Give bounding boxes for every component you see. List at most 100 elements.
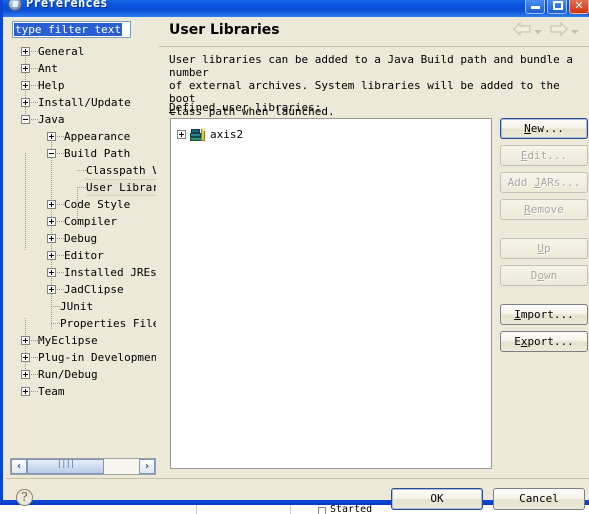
- tree-row[interactable]: Appearance: [6, 128, 156, 145]
- tree-item-compiler[interactable]: Compiler: [64, 213, 117, 230]
- tree-row[interactable]: Ant: [6, 60, 156, 77]
- tree-row[interactable]: Install/Update: [6, 94, 156, 111]
- forward-arrow-icon[interactable]: [550, 21, 568, 41]
- tree-row[interactable]: Properties Files: [6, 315, 156, 332]
- back-dropdown-caret-icon[interactable]: [534, 29, 542, 34]
- tree-horizontal-scrollbar[interactable]: ‹ ›: [10, 458, 156, 475]
- tree-item-myeclipse[interactable]: MyEclipse: [38, 332, 98, 349]
- tree-expander-team[interactable]: [21, 387, 30, 396]
- up-button[interactable]: Up: [500, 238, 588, 259]
- down-button[interactable]: Down: [500, 265, 588, 286]
- tree-item-debug[interactable]: Debug: [64, 230, 97, 247]
- filter-input[interactable]: type filter text: [12, 21, 131, 38]
- tree-item-appearance[interactable]: Appearance: [64, 128, 130, 145]
- tree-expander-code-style[interactable]: [47, 200, 56, 209]
- tree-row[interactable]: Help: [6, 77, 156, 94]
- tree-row[interactable]: Team: [6, 383, 156, 400]
- import-button-mnemonic: I: [514, 308, 521, 321]
- tree-row[interactable]: Compiler: [6, 213, 156, 230]
- tree-item-properties-files[interactable]: Properties Files: [60, 315, 156, 332]
- tree-row[interactable]: Installed JREs: [6, 264, 156, 281]
- page-header: User Libraries: [159, 17, 589, 47]
- scroll-left-arrow[interactable]: ‹: [11, 459, 27, 474]
- tree-expander-debug[interactable]: [47, 234, 56, 243]
- new-button-mnemonic: N: [524, 122, 531, 135]
- user-libraries-list[interactable]: axis2: [170, 118, 492, 469]
- import-button-label: mport...: [520, 308, 574, 321]
- tree-expander-editor[interactable]: [47, 251, 56, 260]
- tree-expander-run-debug[interactable]: [21, 370, 30, 379]
- tree-collapser-build-path[interactable]: [47, 149, 56, 158]
- tree-item-jadclipse[interactable]: JadClipse: [64, 281, 124, 298]
- maximize-button[interactable]: [547, 0, 567, 14]
- new-button[interactable]: New...: [500, 118, 588, 139]
- tree-expander-plugin-development[interactable]: [21, 353, 30, 362]
- tree-row[interactable]: JadClipse: [6, 281, 156, 298]
- tree-row[interactable]: User Libraries: [6, 179, 156, 196]
- tree-expander-ant[interactable]: [21, 64, 30, 73]
- tree-item-user-libraries[interactable]: User Libraries: [86, 179, 156, 196]
- back-arrow-icon[interactable]: [513, 21, 531, 41]
- tree-row[interactable]: Classpath Vari: [6, 162, 156, 179]
- list-item[interactable]: axis2: [177, 126, 243, 143]
- edit-button[interactable]: Edit...: [500, 145, 588, 166]
- up-button-label: p: [544, 242, 551, 255]
- tree-row[interactable]: Build Path: [6, 145, 156, 162]
- help-button[interactable]: ?: [16, 489, 33, 506]
- tree-row[interactable]: Code Style: [6, 196, 156, 213]
- tree-item-plugin-development[interactable]: Plug-in Development: [38, 349, 156, 366]
- tree-row[interactable]: Debug: [6, 230, 156, 247]
- scroll-thumb[interactable]: [27, 459, 104, 474]
- tree-expander-appearance[interactable]: [47, 132, 56, 141]
- tree-expander-help[interactable]: [21, 81, 30, 90]
- down-button-suffix: wn: [544, 269, 558, 282]
- remove-button[interactable]: Remove: [500, 199, 588, 220]
- forward-dropdown-caret-icon[interactable]: [571, 29, 579, 34]
- tree-row[interactable]: Plug-in Development: [6, 349, 156, 366]
- tree-expander-jadclipse[interactable]: [47, 285, 56, 294]
- up-button-mnemonic: U: [537, 242, 544, 255]
- library-books-icon: [190, 127, 206, 142]
- tree-item-general[interactable]: General: [38, 43, 84, 60]
- tree-item-installed-jres[interactable]: Installed JREs: [64, 264, 156, 281]
- tree-item-run-debug[interactable]: Run/Debug: [38, 366, 98, 383]
- cancel-button[interactable]: Cancel: [493, 488, 585, 510]
- defined-libraries-label-rest: efined user libraries:: [175, 101, 322, 114]
- tree-item-code-style[interactable]: Code Style: [64, 196, 130, 213]
- tree-item-install-update[interactable]: Install/Update: [38, 94, 131, 111]
- close-button[interactable]: [569, 0, 589, 14]
- tree-item-build-path[interactable]: Build Path: [64, 145, 130, 162]
- tree-item-help[interactable]: Help: [38, 77, 65, 94]
- tree-row[interactable]: General: [6, 43, 156, 60]
- tree-expander-myeclipse[interactable]: [21, 336, 30, 345]
- tree-expander-install-update[interactable]: [21, 98, 30, 107]
- export-button[interactable]: Export...: [500, 331, 588, 352]
- down-button-mnemonic: o: [537, 269, 544, 282]
- tree-row[interactable]: Java: [6, 111, 156, 128]
- tree-item-junit[interactable]: JUnit: [60, 298, 93, 315]
- tree-item-team[interactable]: Team: [38, 383, 65, 400]
- tree-item-editor[interactable]: Editor: [64, 247, 104, 264]
- tree-item-ant[interactable]: Ant: [38, 60, 58, 77]
- add-jars-button[interactable]: Add JARs...: [500, 172, 588, 193]
- minimize-button[interactable]: [525, 0, 545, 14]
- scroll-right-arrow[interactable]: ›: [139, 459, 155, 474]
- export-button-prefix: E: [514, 335, 521, 348]
- defined-libraries-label: Defined user libraries:: [169, 101, 321, 114]
- tree-item-classpath-variables[interactable]: Classpath Vari: [86, 162, 156, 179]
- tree-expander-installed-jres[interactable]: [47, 268, 56, 277]
- tree-collapser-java[interactable]: [21, 115, 30, 124]
- tree-row[interactable]: Run/Debug: [6, 366, 156, 383]
- ok-button[interactable]: OK: [391, 488, 483, 510]
- tree-expander-general[interactable]: [21, 47, 30, 56]
- list-item-expander[interactable]: [177, 130, 186, 139]
- import-button[interactable]: Import...: [500, 304, 588, 325]
- tree-expander-compiler[interactable]: [47, 217, 56, 226]
- scroll-track[interactable]: [27, 459, 139, 474]
- tree-row[interactable]: Editor: [6, 247, 156, 264]
- remove-button-mnemonic: R: [524, 203, 531, 216]
- tree-row[interactable]: MyEclipse: [6, 332, 156, 349]
- preferences-tree[interactable]: General Ant Help Install/Update Java App…: [6, 43, 156, 456]
- tree-item-java[interactable]: Java: [38, 111, 65, 128]
- tree-row[interactable]: JUnit: [6, 298, 156, 315]
